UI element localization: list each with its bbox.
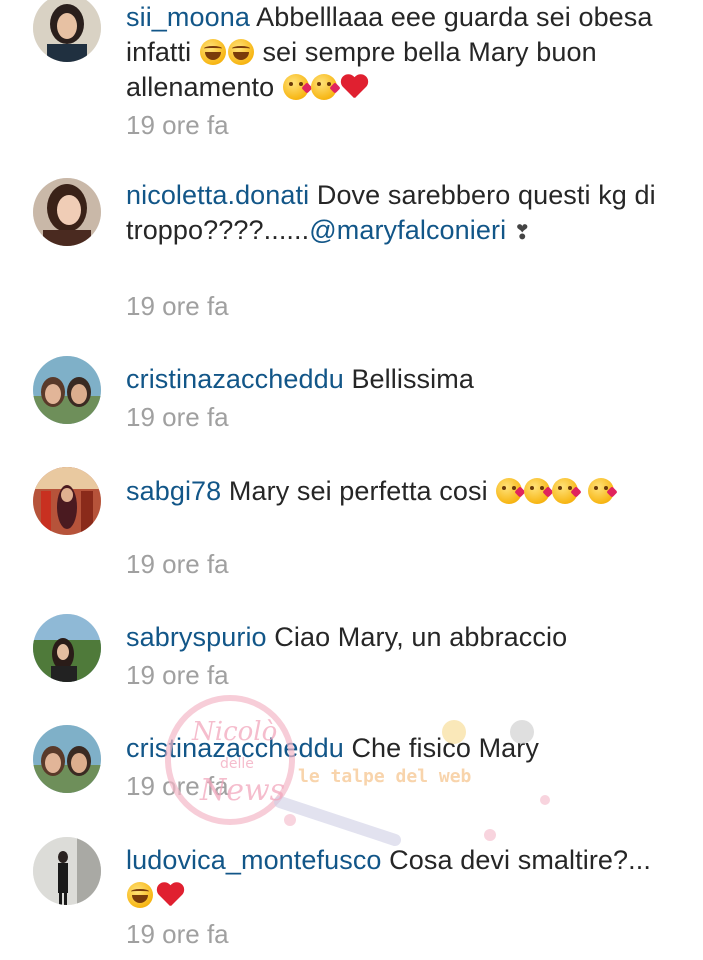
face-blowing-kiss-icon (310, 74, 337, 100)
comment-text: sabryspurio Ciao Mary, un abbraccio (126, 620, 666, 655)
comment-body: Cosa devi smaltire?... (389, 845, 651, 875)
face-with-tears-of-joy-icon (227, 39, 254, 65)
comment-timestamp: 19 ore fa (126, 660, 229, 690)
face-with-tears-of-joy-icon (127, 882, 153, 908)
face-blowing-kiss-icon (587, 478, 614, 504)
username-link[interactable]: cristinazaccheddu (126, 364, 344, 394)
avatar[interactable] (33, 356, 101, 424)
comment-text: nicoletta.donati Dove sarebbero questi k… (126, 178, 666, 251)
mention-link[interactable]: @maryfalconieri (309, 215, 506, 245)
comment-text: sabgi78 Mary sei perfetta cosi (126, 474, 666, 509)
avatar[interactable] (33, 178, 101, 246)
comment-timestamp: 19 ore fa (126, 110, 229, 140)
username-link[interactable]: nicoletta.donati (126, 180, 309, 210)
avatar[interactable] (33, 614, 101, 682)
username-link[interactable]: ludovica_montefusco (126, 845, 382, 875)
comment-body: Bellissima (351, 364, 474, 394)
red-heart-icon (340, 75, 368, 99)
username-link[interactable]: sii_moona (126, 2, 250, 32)
comment-body: Mary sei perfetta cosi (228, 476, 488, 506)
comment-text: ludovica_montefusco Cosa devi smaltire?.… (126, 843, 666, 913)
red-heart-icon (156, 883, 184, 907)
comment-timestamp: 19 ore fa (126, 919, 229, 949)
comment-timestamp: 19 ore fa (126, 402, 229, 432)
comment-timestamp: 19 ore fa (126, 291, 229, 321)
username-link[interactable]: cristinazaccheddu (126, 733, 344, 763)
comment-body: Che fisico Mary (351, 733, 539, 763)
face-blowing-kiss-icon (524, 478, 551, 504)
face-with-tears-of-joy-icon (199, 39, 226, 65)
username-link[interactable]: sabgi78 (126, 476, 221, 506)
comment-text: sii_moona Abbelllaaa eee guarda sei obes… (126, 0, 666, 105)
comment-timestamp: 19 ore fa (126, 549, 229, 579)
comment-text: cristinazaccheddu Bellissima (126, 362, 666, 397)
avatar[interactable] (33, 725, 101, 793)
comment-body: Ciao Mary, un abbraccio (274, 622, 568, 652)
avatar[interactable] (33, 837, 101, 905)
username-link[interactable]: sabryspurio (126, 622, 267, 652)
avatar[interactable] (33, 0, 101, 62)
comment-timestamp: 19 ore fa (126, 771, 229, 801)
ribbon-icon: ❣ (513, 222, 531, 244)
face-blowing-kiss-icon (282, 74, 309, 100)
face-blowing-kiss-icon (496, 478, 523, 504)
watermark-tagline: le talpe del web (298, 766, 472, 787)
face-blowing-kiss-icon (552, 478, 579, 504)
comment-text: cristinazaccheddu Che fisico Mary (126, 731, 666, 766)
avatar[interactable] (33, 467, 101, 535)
